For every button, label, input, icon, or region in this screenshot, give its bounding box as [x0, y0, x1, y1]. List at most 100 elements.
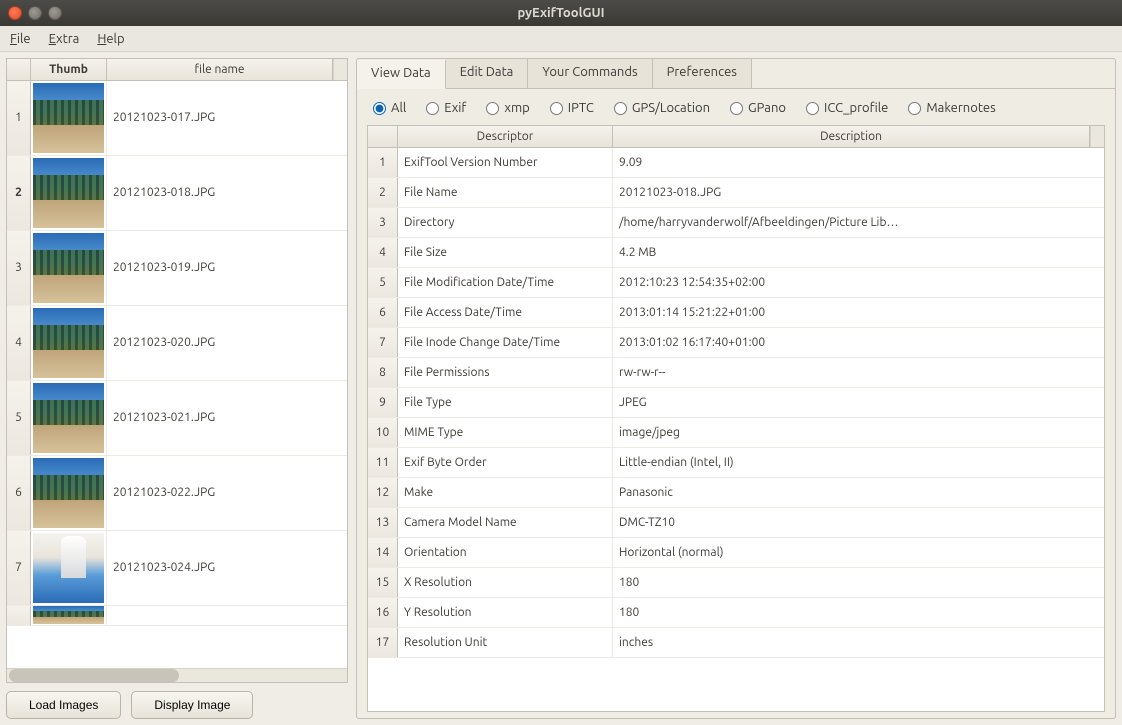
- filter-all[interactable]: All: [373, 101, 406, 115]
- file-row[interactable]: 420121023-020.JPG: [7, 306, 347, 381]
- metadata-body[interactable]: 1ExifTool Version Number9.092File Name20…: [368, 148, 1104, 711]
- load-images-button[interactable]: Load Images: [6, 691, 121, 719]
- filter-iptc[interactable]: IPTC: [550, 101, 594, 115]
- file-row[interactable]: 320121023-019.JPG: [7, 231, 347, 306]
- descriptor-cell[interactable]: File Permissions: [398, 358, 613, 387]
- filter-gps-location[interactable]: GPS/Location: [614, 101, 710, 115]
- tab-view-data[interactable]: View Data: [357, 60, 446, 89]
- thumbnail[interactable]: [31, 306, 107, 380]
- file-name-cell[interactable]: 20121023-021.JPG: [107, 381, 347, 455]
- thumbnail[interactable]: [31, 231, 107, 305]
- file-row[interactable]: 520121023-021.JPG: [7, 381, 347, 456]
- thumbnail[interactable]: [31, 81, 107, 155]
- file-row[interactable]: 720121023-024.JPG: [7, 531, 347, 606]
- radio-icon[interactable]: [908, 102, 921, 115]
- file-row[interactable]: 220121023-018.JPG: [7, 156, 347, 231]
- tab-preferences[interactable]: Preferences: [653, 59, 752, 88]
- descriptor-cell[interactable]: ExifTool Version Number: [398, 148, 613, 177]
- description-cell[interactable]: 2013:01:14 15:21:22+01:00: [613, 298, 1104, 327]
- file-row[interactable]: [7, 606, 347, 626]
- file-name-cell[interactable]: 20121023-022.JPG: [107, 456, 347, 530]
- description-cell[interactable]: image/jpeg: [613, 418, 1104, 447]
- radio-icon[interactable]: [426, 102, 439, 115]
- descriptor-cell[interactable]: MIME Type: [398, 418, 613, 447]
- radio-icon[interactable]: [486, 102, 499, 115]
- table-row[interactable]: 4File Size4.2 MB: [368, 238, 1104, 268]
- description-cell[interactable]: Horizontal (normal): [613, 538, 1104, 567]
- file-name-cell[interactable]: [107, 606, 347, 625]
- table-row[interactable]: 9File TypeJPEG: [368, 388, 1104, 418]
- file-name-cell[interactable]: 20121023-019.JPG: [107, 231, 347, 305]
- table-row[interactable]: 8File Permissionsrw-rw-r--: [368, 358, 1104, 388]
- tab-your-commands[interactable]: Your Commands: [528, 59, 652, 88]
- thumb-header[interactable]: Thumb: [31, 59, 107, 80]
- description-cell[interactable]: Little-endian (Intel, II): [613, 448, 1104, 477]
- file-row[interactable]: 620121023-022.JPG: [7, 456, 347, 531]
- table-row[interactable]: 13Camera Model NameDMC-TZ10: [368, 508, 1104, 538]
- description-cell[interactable]: 4.2 MB: [613, 238, 1104, 267]
- description-cell[interactable]: 180: [613, 568, 1104, 597]
- description-cell[interactable]: 180: [613, 598, 1104, 627]
- description-cell[interactable]: inches: [613, 628, 1104, 657]
- thumbnail[interactable]: [31, 156, 107, 230]
- filter-exif[interactable]: Exif: [426, 101, 466, 115]
- descriptor-cell[interactable]: File Size: [398, 238, 613, 267]
- filter-xmp[interactable]: xmp: [486, 101, 529, 115]
- minimize-icon[interactable]: [28, 6, 42, 20]
- thumbnail[interactable]: [31, 381, 107, 455]
- descriptor-cell[interactable]: Exif Byte Order: [398, 448, 613, 477]
- close-icon[interactable]: [8, 6, 22, 20]
- display-image-button[interactable]: Display Image: [131, 691, 253, 719]
- descriptor-cell[interactable]: File Name: [398, 178, 613, 207]
- description-cell[interactable]: JPEG: [613, 388, 1104, 417]
- file-row[interactable]: 120121023-017.JPG: [7, 81, 347, 156]
- menu-extra[interactable]: Extra: [49, 32, 80, 46]
- description-cell[interactable]: 20121023-018.JPG: [613, 178, 1104, 207]
- file-list-body[interactable]: 120121023-017.JPG220121023-018.JPG320121…: [7, 81, 347, 669]
- file-name-cell[interactable]: 20121023-017.JPG: [107, 81, 347, 155]
- file-name-cell[interactable]: 20121023-024.JPG: [107, 531, 347, 605]
- table-row[interactable]: 1ExifTool Version Number9.09: [368, 148, 1104, 178]
- descriptor-cell[interactable]: Y Resolution: [398, 598, 613, 627]
- descriptor-cell[interactable]: File Inode Change Date/Time: [398, 328, 613, 357]
- filter-icc-profile[interactable]: ICC_profile: [806, 101, 888, 115]
- description-cell[interactable]: 2013:01:02 16:17:40+01:00: [613, 328, 1104, 357]
- file-name-cell[interactable]: 20121023-018.JPG: [107, 156, 347, 230]
- table-row[interactable]: 14OrientationHorizontal (normal): [368, 538, 1104, 568]
- filter-makernotes[interactable]: Makernotes: [908, 101, 995, 115]
- radio-icon[interactable]: [806, 102, 819, 115]
- descriptor-cell[interactable]: Camera Model Name: [398, 508, 613, 537]
- table-row[interactable]: 10MIME Typeimage/jpeg: [368, 418, 1104, 448]
- thumbnail[interactable]: [31, 456, 107, 530]
- table-row[interactable]: 17Resolution Unitinches: [368, 628, 1104, 658]
- radio-icon[interactable]: [550, 102, 563, 115]
- maximize-icon[interactable]: [48, 6, 62, 20]
- table-row[interactable]: 16Y Resolution180: [368, 598, 1104, 628]
- table-row[interactable]: 7File Inode Change Date/Time2013:01:02 1…: [368, 328, 1104, 358]
- description-cell[interactable]: 9.09: [613, 148, 1104, 177]
- description-cell[interactable]: 2012:10:23 12:54:35+02:00: [613, 268, 1104, 297]
- description-cell[interactable]: /home/harryvanderwolf/Afbeeldingen/Pictu…: [613, 208, 1104, 237]
- filename-header[interactable]: file name: [107, 59, 333, 80]
- tab-edit-data[interactable]: Edit Data: [446, 59, 529, 88]
- descriptor-cell[interactable]: Resolution Unit: [398, 628, 613, 657]
- radio-icon[interactable]: [614, 102, 627, 115]
- file-name-cell[interactable]: 20121023-020.JPG: [107, 306, 347, 380]
- menu-file[interactable]: File: [10, 32, 31, 46]
- filter-gpano[interactable]: GPano: [730, 101, 786, 115]
- descriptor-cell[interactable]: File Type: [398, 388, 613, 417]
- description-cell[interactable]: rw-rw-r--: [613, 358, 1104, 387]
- description-cell[interactable]: Panasonic: [613, 478, 1104, 507]
- table-row[interactable]: 2File Name20121023-018.JPG: [368, 178, 1104, 208]
- menu-help[interactable]: Help: [97, 32, 124, 46]
- descriptor-cell[interactable]: File Access Date/Time: [398, 298, 613, 327]
- radio-icon[interactable]: [373, 102, 386, 115]
- thumbnail[interactable]: [31, 531, 107, 605]
- description-cell[interactable]: DMC-TZ10: [613, 508, 1104, 537]
- description-header[interactable]: Description: [613, 126, 1090, 147]
- table-row[interactable]: 5File Modification Date/Time2012:10:23 1…: [368, 268, 1104, 298]
- table-row[interactable]: 6File Access Date/Time2013:01:14 15:21:2…: [368, 298, 1104, 328]
- descriptor-cell[interactable]: File Modification Date/Time: [398, 268, 613, 297]
- table-row[interactable]: 15X Resolution180: [368, 568, 1104, 598]
- horizontal-scrollbar[interactable]: [7, 668, 347, 682]
